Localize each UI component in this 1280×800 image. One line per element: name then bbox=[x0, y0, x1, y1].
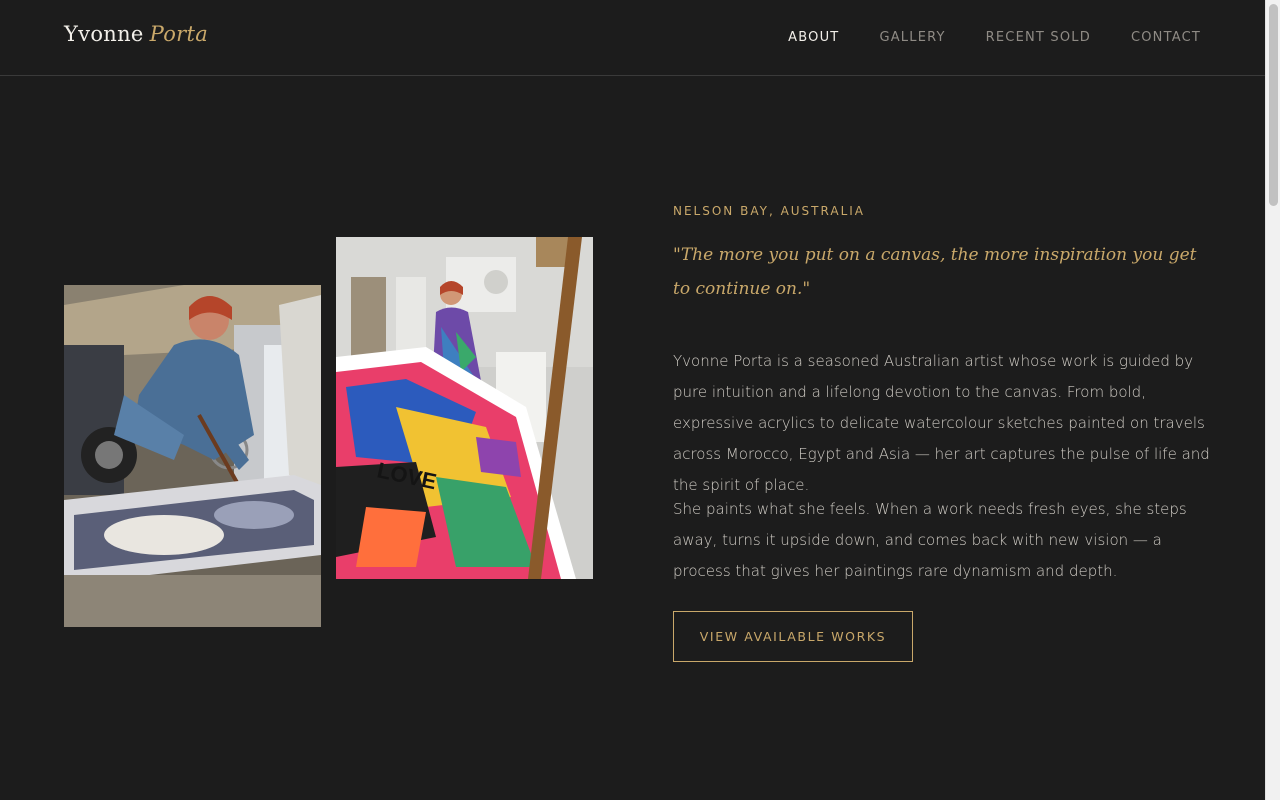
scrollbar-thumb[interactable] bbox=[1269, 4, 1278, 206]
about-page: Yvonne Porta ABOUT GALLERY RECENT SOLD CO… bbox=[0, 0, 1280, 800]
bio-paragraph-1: Yvonne Porta is a seasoned Australian ar… bbox=[673, 352, 1210, 494]
nav-item-recent-sold[interactable]: RECENT SOLD bbox=[986, 30, 1091, 45]
site-header: Yvonne Porta ABOUT GALLERY RECENT SOLD CO… bbox=[0, 0, 1265, 76]
artist-with-canvas-photo: LOVE bbox=[336, 237, 593, 579]
nav-item-about[interactable]: ABOUT bbox=[788, 30, 839, 45]
page-scrollbar[interactable] bbox=[1265, 0, 1280, 800]
nav-item-gallery[interactable]: GALLERY bbox=[879, 30, 945, 45]
logo-first-name: Yvonne bbox=[64, 22, 144, 46]
site-logo[interactable]: Yvonne Porta bbox=[64, 22, 208, 46]
artist-painting-photo bbox=[64, 285, 321, 627]
location-label: NELSON BAY, AUSTRALIA bbox=[673, 204, 865, 218]
bio-paragraph-2: She paints what she feels. When a work n… bbox=[673, 500, 1187, 580]
logo-last-name: Porta bbox=[149, 22, 209, 46]
main-nav: ABOUT GALLERY RECENT SOLD CONTACT bbox=[788, 30, 1201, 45]
view-available-works-button[interactable]: VIEW AVAILABLE WORKS bbox=[673, 611, 913, 662]
artist-quote: "The more you put on a canvas, the more … bbox=[673, 245, 1197, 299]
nav-item-contact[interactable]: CONTACT bbox=[1131, 30, 1201, 45]
